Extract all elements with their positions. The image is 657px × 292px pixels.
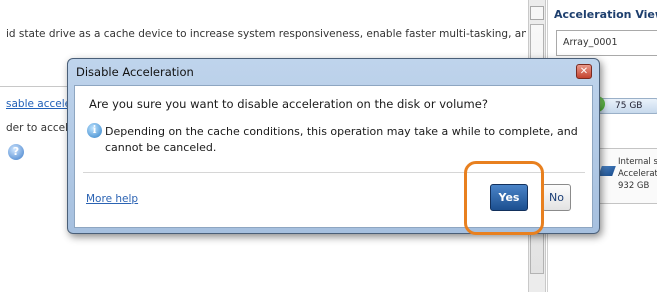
help-icon[interactable]: ? — [8, 144, 24, 160]
feature-description: id state drive as a cache device to incr… — [6, 28, 526, 40]
panel-title: Acceleration View — [554, 8, 657, 21]
dialog-title: Disable Acceleration — [76, 65, 194, 79]
disk-line-1: Internal s — [618, 157, 657, 167]
scroll-up-button[interactable] — [530, 6, 544, 20]
array-name: Array_0001 — [563, 37, 618, 48]
disk-line-2: Accelerat — [618, 169, 657, 179]
yes-button-highlight — [464, 161, 544, 235]
divider — [0, 86, 70, 87]
confirm-question: Are you sure you want to disable acceler… — [89, 97, 488, 111]
info-icon: i — [87, 123, 102, 138]
more-help-link[interactable]: More help — [86, 193, 138, 205]
cache-disk-item[interactable]: ✓ 75 GB — [589, 96, 657, 114]
accelerated-disk-info: Internal s Accelerat 932 GB — [618, 156, 657, 192]
close-icon[interactable]: ✕ — [576, 64, 592, 79]
disable-acceleration-link[interactable]: sable acceler — [6, 98, 75, 110]
array-item[interactable]: Array_0001 — [556, 30, 657, 56]
disk-line-3: 932 GB — [618, 181, 650, 191]
cache-disk-size: 75 GB — [615, 101, 643, 111]
info-message: Depending on the cache conditions, this … — [105, 125, 578, 154]
no-button[interactable]: No — [542, 184, 571, 211]
